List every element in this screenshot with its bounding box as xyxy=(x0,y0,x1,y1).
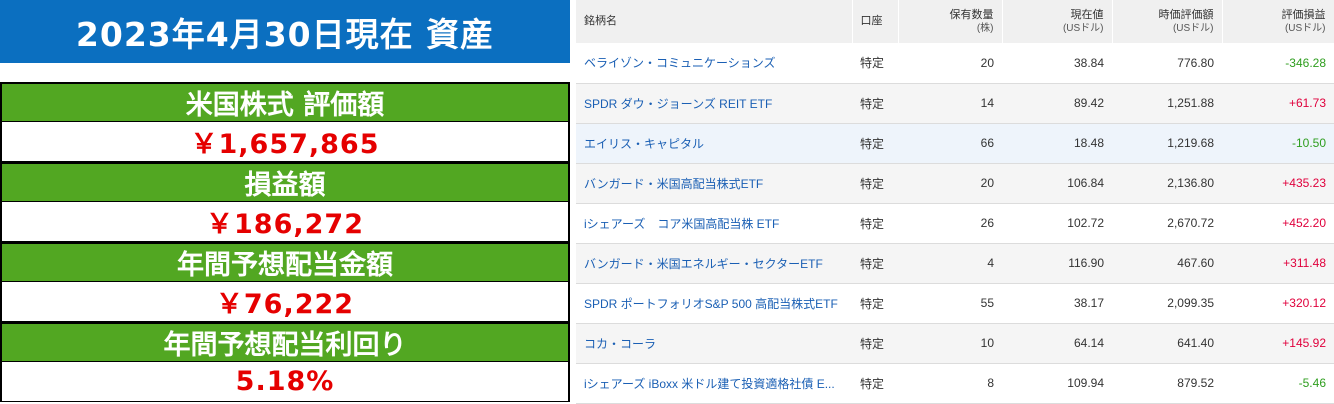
current-price: 102.72 xyxy=(1067,216,1104,230)
header-market-value[interactable]: 時価評価額 (USドル) xyxy=(1112,0,1223,43)
profit-loss: -346.28 xyxy=(1285,55,1326,70)
table-row[interactable]: iシェアーズ iBoxx 米ドル建て投資適格社債 E... 特定 8 109.94 87… xyxy=(576,363,1334,403)
account-type: 特定 xyxy=(860,296,885,311)
dividend-yield-label: 年間予想配当利回り xyxy=(0,322,570,362)
dividend-yield-value: 5.18% xyxy=(0,362,570,402)
account-type: 特定 xyxy=(860,216,885,231)
quantity: 4 xyxy=(987,256,994,270)
table-body: ベライゾン・コミュニケーションズ 特定 20 38.84 776.80 -346.28 SP… xyxy=(576,43,1334,403)
table-row[interactable]: ベライゾン・コミュニケーションズ 特定 20 38.84 776.80 -346.28 xyxy=(576,43,1334,83)
annual-dividend-label: 年間予想配当金額 xyxy=(0,242,570,282)
header-price[interactable]: 現在値 (USドル) xyxy=(1002,0,1113,43)
holding-name-link[interactable]: iシェアーズ iBoxx 米ドル建て投資適格社債 E... xyxy=(576,363,852,403)
profit-loss: +452.20 xyxy=(1282,216,1326,230)
table-row[interactable]: コカ・コーラ 特定 10 64.14 641.40 +145.92 xyxy=(576,323,1334,363)
account-type: 特定 xyxy=(860,336,885,351)
table-row[interactable]: iシェアーズ コア米国高配当株 ETF 特定 26 102.72 2,670.72 +45… xyxy=(576,203,1334,243)
market-value: 2,670.72 xyxy=(1167,216,1214,230)
current-price: 38.17 xyxy=(1073,296,1104,310)
table-row[interactable]: バンガード・米国エネルギー・セクターETF 特定 4 116.90 467.60 +311… xyxy=(576,243,1334,283)
profit-loss: -5.46 xyxy=(1298,376,1326,390)
profit-loss: +320.12 xyxy=(1282,296,1326,310)
annual-dividend-value: ￥76,222 xyxy=(0,282,570,322)
us-stock-value: ￥1,657,865 xyxy=(0,122,570,162)
market-value: 2,136.80 xyxy=(1167,176,1214,190)
header-account[interactable]: 口座 xyxy=(852,0,899,43)
table-row[interactable]: SPDR ダウ・ジョーンズ REIT ETF 特定 14 89.42 1,251.88 +… xyxy=(576,83,1334,123)
account-type: 特定 xyxy=(860,176,885,191)
profit-loss: -10.50 xyxy=(1291,136,1326,150)
current-price: 18.48 xyxy=(1073,136,1104,150)
holding-name-link[interactable]: SPDR ポートフォリオS&P 500 高配当株式ETF xyxy=(576,283,852,323)
holding-name-link[interactable]: SPDR ダウ・ジョーンズ REIT ETF xyxy=(576,83,852,123)
account-type: 特定 xyxy=(860,96,885,111)
holding-name-link[interactable]: バンガード・米国高配当株式ETF xyxy=(576,163,852,203)
profit-loss-label: 損益額 xyxy=(0,162,570,202)
holding-name-link[interactable]: バンガード・米国エネルギー・セクターETF xyxy=(576,243,852,283)
account-type: 特定 xyxy=(860,56,885,71)
quantity: 26 xyxy=(980,216,994,230)
holdings-table-container: 銘柄名 口座 保有数量 (株) 現在値 (USドル) 時価評価額 (USドル) 評価損… xyxy=(576,0,1334,403)
header-name[interactable]: 銘柄名 xyxy=(576,0,853,43)
market-value: 1,219.68 xyxy=(1167,136,1214,150)
market-value: 467.60 xyxy=(1177,256,1214,270)
current-price: 38.84 xyxy=(1073,55,1104,70)
summary-title: 2023年4月30日現在 資産 xyxy=(0,0,570,63)
quantity: 20 xyxy=(980,55,994,70)
quantity: 55 xyxy=(980,296,994,310)
market-value: 776.80 xyxy=(1177,55,1214,70)
holding-name-link[interactable]: ベライゾン・コミュニケーションズ xyxy=(576,43,852,83)
current-price: 64.14 xyxy=(1073,336,1104,350)
account-type: 特定 xyxy=(860,136,885,151)
market-value: 879.52 xyxy=(1177,376,1214,390)
holding-name-link[interactable]: コカ・コーラ xyxy=(576,323,852,363)
current-price: 116.90 xyxy=(1068,256,1104,270)
profit-loss: +435.23 xyxy=(1282,176,1326,190)
quantity: 14 xyxy=(980,96,994,110)
quantity: 66 xyxy=(980,136,994,150)
header-profit-loss[interactable]: 評価損益 (USドル) xyxy=(1222,0,1334,43)
header-quantity[interactable]: 保有数量 (株) xyxy=(898,0,1003,43)
asset-summary-panel: 2023年4月30日現在 資産 米国株式 評価額 ￥1,657,865 損益額 … xyxy=(0,0,575,403)
current-price: 109.94 xyxy=(1067,376,1104,390)
profit-loss-value: ￥186,272 xyxy=(0,202,570,242)
account-type: 特定 xyxy=(860,256,885,271)
table-row[interactable]: エイリス・キャピタル 特定 66 18.48 1,219.68 -10.50 xyxy=(576,123,1334,163)
profit-loss: +311.48 xyxy=(1283,256,1326,270)
holding-name-link[interactable]: iシェアーズ コア米国高配当株 ETF xyxy=(576,203,852,243)
quantity: 8 xyxy=(987,376,994,390)
profit-loss: +61.73 xyxy=(1288,96,1326,110)
account-type: 特定 xyxy=(860,376,885,391)
us-stock-value-label: 米国株式 評価額 xyxy=(0,82,570,122)
current-price: 106.84 xyxy=(1067,176,1104,190)
table-row[interactable]: バンガード・米国高配当株式ETF 特定 20 106.84 2,136.80 +435.2… xyxy=(576,163,1334,203)
table-header: 銘柄名 口座 保有数量 (株) 現在値 (USドル) 時価評価額 (USドル) 評価損… xyxy=(576,0,1334,43)
current-price: 89.42 xyxy=(1073,96,1104,110)
profit-loss: +145.92 xyxy=(1282,336,1326,350)
holding-name-link[interactable]: エイリス・キャピタル xyxy=(576,123,852,163)
quantity: 10 xyxy=(980,336,994,350)
market-value: 641.40 xyxy=(1177,336,1214,350)
market-value: 1,251.88 xyxy=(1167,96,1214,110)
table-row[interactable]: SPDR ポートフォリオS&P 500 高配当株式ETF 特定 55 38.17 2,0… xyxy=(576,283,1334,323)
holdings-table: 銘柄名 口座 保有数量 (株) 現在値 (USドル) 時価評価額 (USドル) 評価損… xyxy=(576,0,1334,404)
quantity: 20 xyxy=(980,176,994,190)
market-value: 2,099.35 xyxy=(1167,296,1214,310)
